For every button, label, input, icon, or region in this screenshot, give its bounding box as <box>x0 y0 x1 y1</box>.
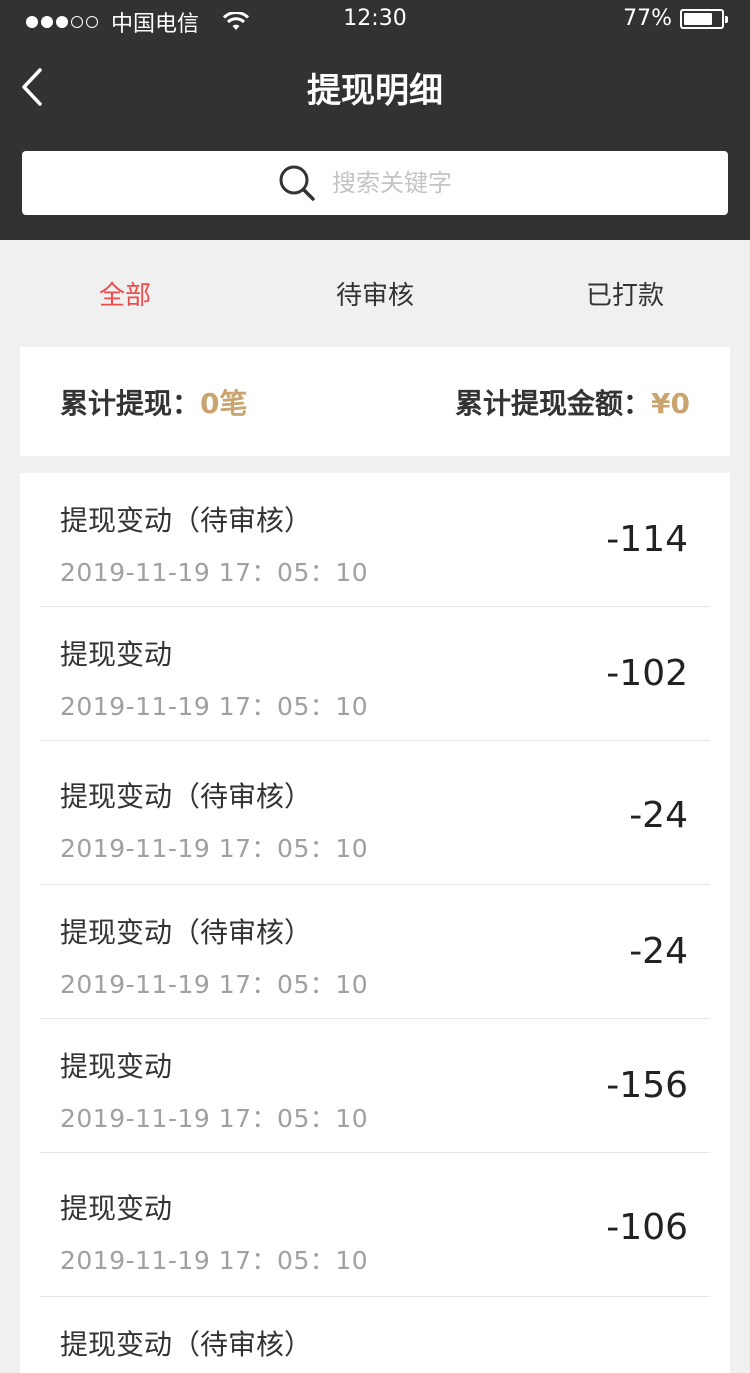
list-item[interactable]: 提现变动（待审核） <box>40 1297 710 1373</box>
list-item[interactable]: 提现变动 2019-11-19 17：05：10 -102 <box>40 607 710 741</box>
withdraw-amount: 累计提现金额：¥0 <box>455 382 690 422</box>
record-name: 提现变动（待审核） <box>60 1328 313 1361</box>
record-amount: -114 <box>606 519 688 560</box>
record-date: 2019-11-19 17：05：10 <box>60 558 369 587</box>
record-date: 2019-11-19 17：05：10 <box>60 970 369 999</box>
battery-percent: 77% <box>623 6 672 31</box>
withdraw-count-label: 累计提现： <box>60 386 201 420</box>
tab-pending-review[interactable]: 待审核 <box>250 240 500 348</box>
record-name: 提现变动（待审核） <box>60 780 313 813</box>
tab-all[interactable]: 全部 <box>0 240 250 348</box>
list-item[interactable]: 提现变动 2019-11-19 17：05：10 -156 <box>40 1019 710 1153</box>
record-name: 提现变动 <box>60 1050 173 1083</box>
list-item[interactable]: 提现变动（待审核） 2019-11-19 17：05：10 -114 <box>40 473 710 607</box>
search-input[interactable] <box>332 169 472 197</box>
record-amount: -102 <box>606 653 688 694</box>
search-icon <box>279 165 315 201</box>
record-date: 2019-11-19 17：05：10 <box>60 1104 369 1133</box>
status-right: 77% <box>623 6 728 31</box>
record-amount: -106 <box>606 1207 688 1248</box>
record-amount: -156 <box>606 1065 688 1106</box>
record-name: 提现变动 <box>60 1192 173 1225</box>
withdraw-count: 累计提现：0笔 <box>60 382 248 422</box>
tab-paid[interactable]: 已打款 <box>500 240 750 348</box>
record-date: 2019-11-19 17：05：10 <box>60 1246 369 1275</box>
list-item[interactable]: 提现变动（待审核） 2019-11-19 17：05：10 -24 <box>40 885 710 1019</box>
summary-card: 累计提现：0笔 累计提现金额：¥0 <box>20 347 730 456</box>
filter-tabs: 全部 待审核 已打款 <box>0 240 750 348</box>
withdraw-count-value: 0笔 <box>200 386 248 420</box>
battery-icon <box>680 8 728 29</box>
status-bar: 中国电信 12:30 77% <box>0 0 750 40</box>
record-name: 提现变动（待审核） <box>60 916 313 949</box>
record-amount: -24 <box>629 931 688 972</box>
withdraw-amount-value: ¥0 <box>651 386 690 420</box>
record-date: 2019-11-19 17：05：10 <box>60 692 369 721</box>
withdraw-record-list: 提现变动（待审核） 2019-11-19 17：05：10 -114 提现变动 … <box>20 473 730 1373</box>
record-name: 提现变动 <box>60 638 173 671</box>
list-item[interactable]: 提现变动（待审核） 2019-11-19 17：05：10 -24 <box>40 741 710 885</box>
withdraw-amount-label: 累计提现金额： <box>455 386 652 420</box>
record-name: 提现变动（待审核） <box>60 504 313 537</box>
list-item[interactable]: 提现变动 2019-11-19 17：05：10 -106 <box>40 1153 710 1297</box>
search-bar[interactable] <box>22 151 728 215</box>
record-amount: -24 <box>629 795 688 836</box>
record-date: 2019-11-19 17：05：10 <box>60 834 369 863</box>
header: 提现明细 <box>0 40 750 240</box>
page-title: 提现明细 <box>307 71 443 111</box>
